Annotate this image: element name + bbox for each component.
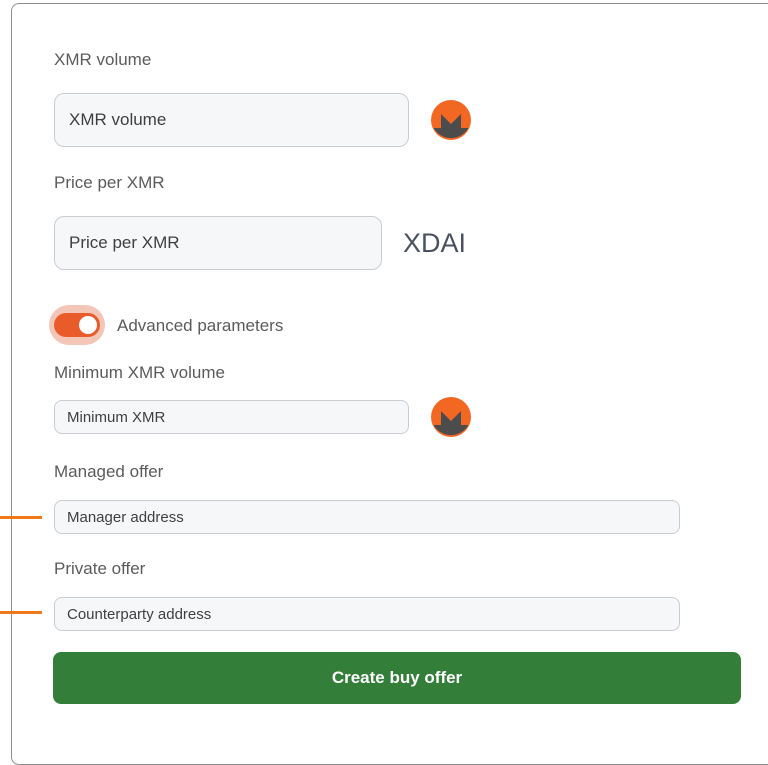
minimum-xmr-volume-label: Minimum XMR volume [54, 363, 225, 382]
price-per-xmr-input[interactable] [54, 216, 382, 270]
private-offer-label: Private offer [54, 559, 146, 578]
counterparty-address-input[interactable] [54, 597, 680, 631]
monero-icon [431, 100, 471, 140]
monero-icon [431, 397, 471, 437]
managed-offer-label: Managed offer [54, 462, 164, 481]
minimum-xmr-input[interactable] [54, 400, 409, 434]
xmr-volume-input[interactable] [54, 93, 409, 147]
toggle-knob [79, 316, 97, 334]
xmr-volume-label: XMR volume [54, 50, 152, 69]
toggle-track [54, 313, 100, 337]
create-buy-offer-button[interactable]: Create buy offer [53, 652, 741, 704]
pointer-line [0, 611, 42, 614]
price-unit-label: XDAI [403, 228, 467, 258]
advanced-parameters-toggle[interactable] [49, 305, 105, 345]
price-per-xmr-label: Price per XMR [54, 173, 165, 192]
manager-address-input[interactable] [54, 500, 680, 534]
pointer-line [0, 516, 42, 519]
advanced-parameters-label: Advanced parameters [117, 316, 284, 335]
